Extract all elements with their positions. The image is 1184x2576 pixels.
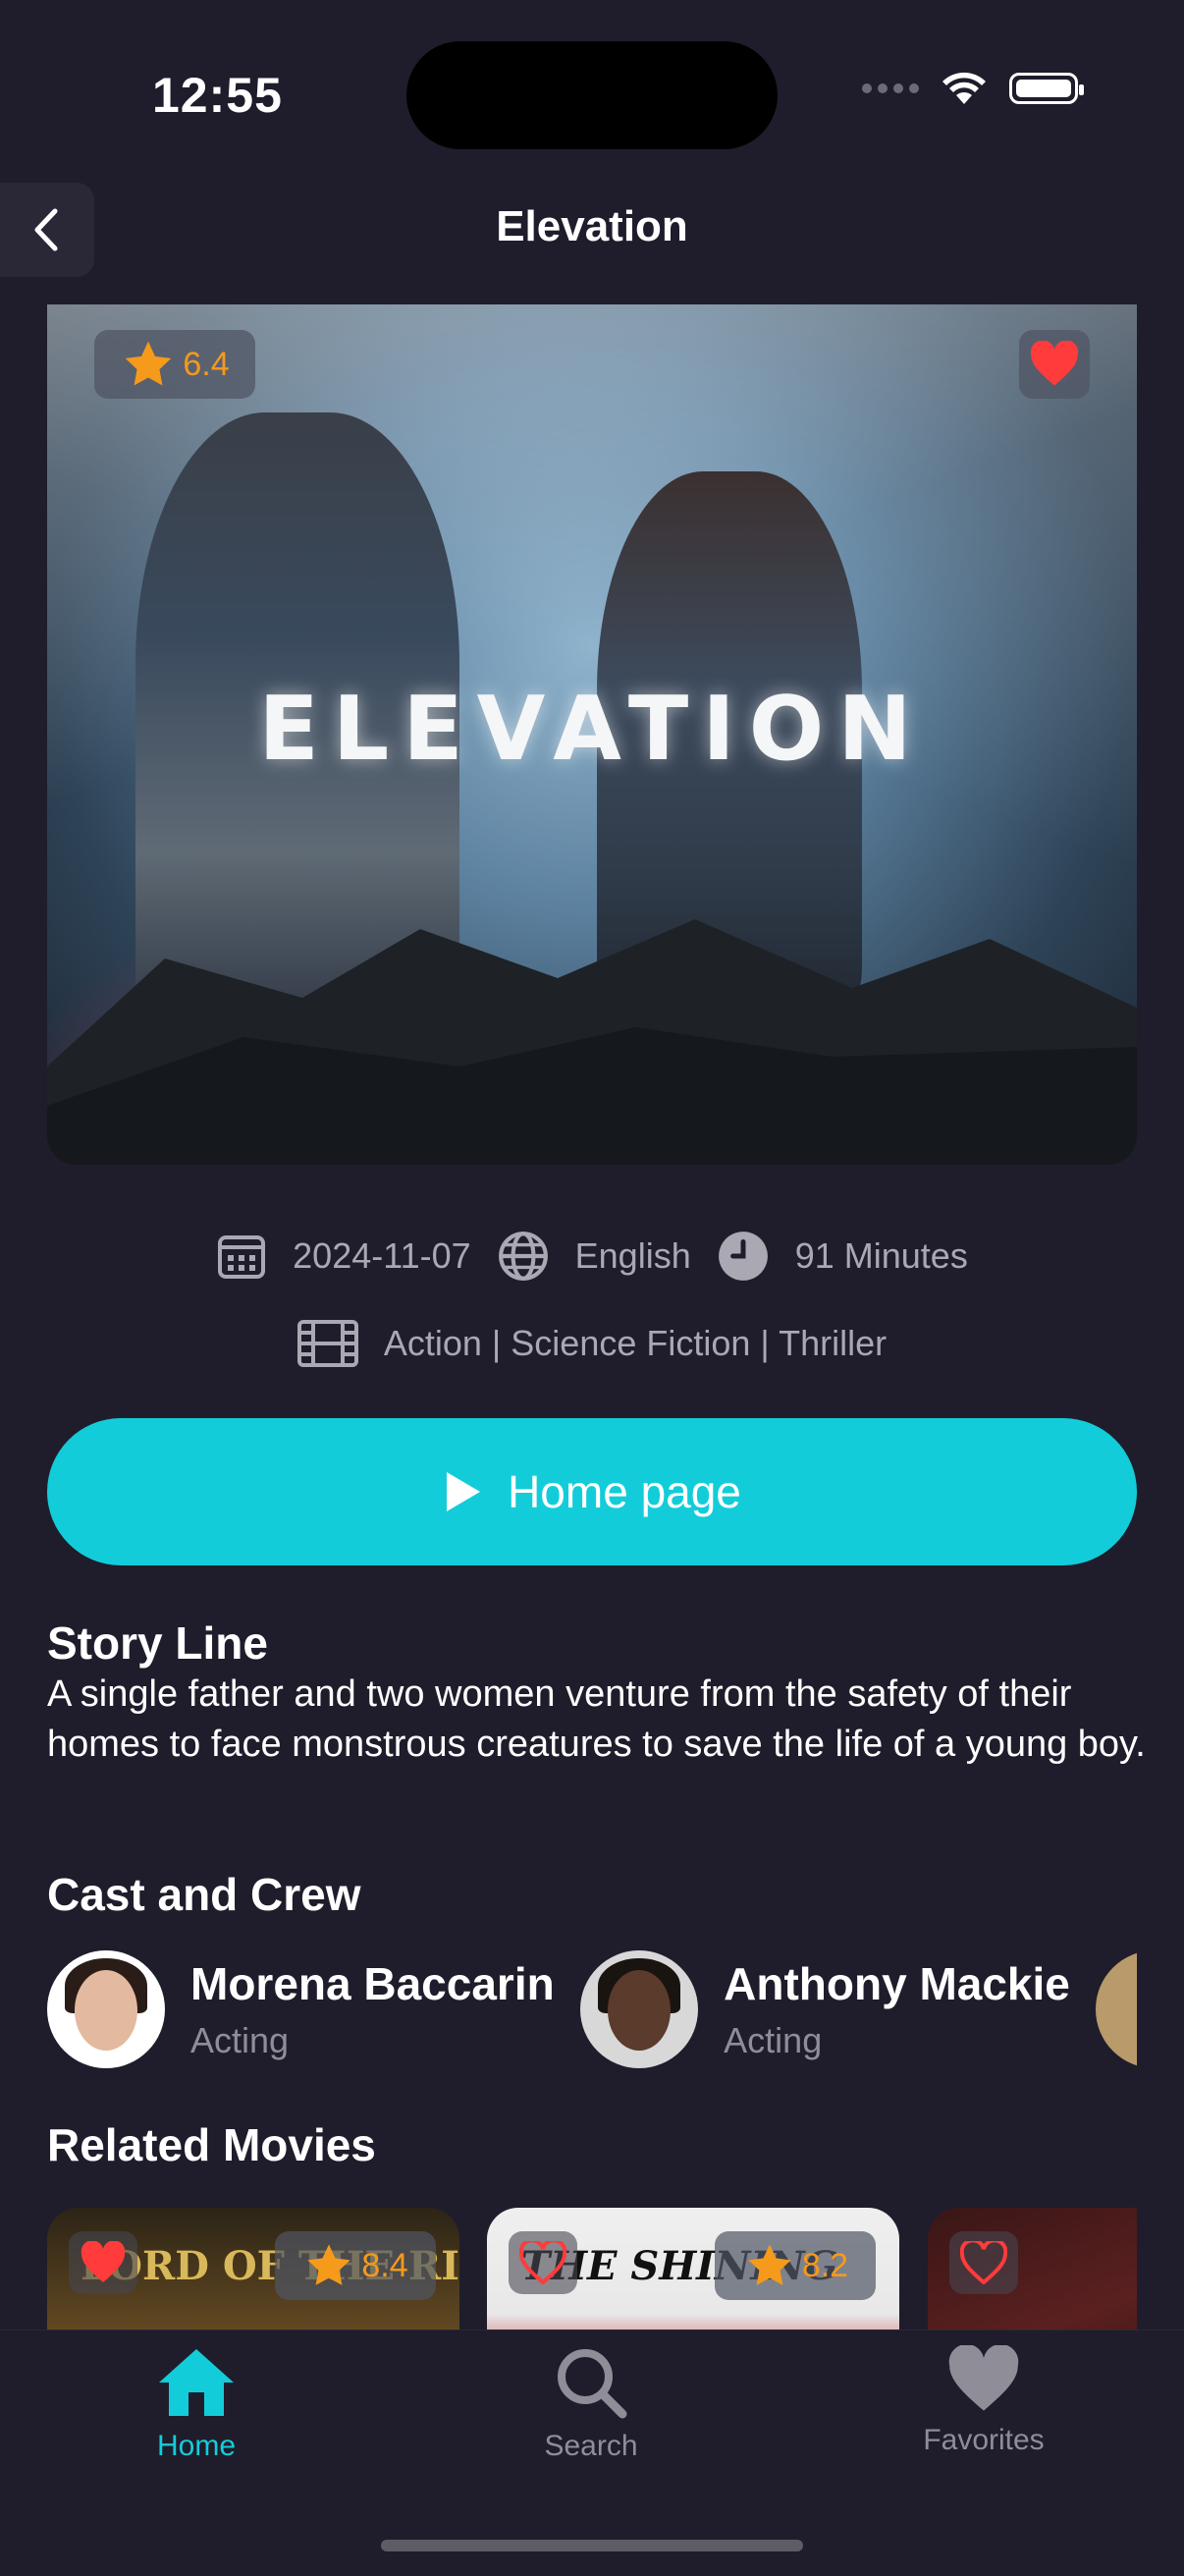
tab-search[interactable]: Search [463,2345,719,2463]
cast-list[interactable]: Morena Baccarin Acting Anthony Mackie Ac… [47,1950,1137,2068]
star-icon [748,2244,791,2285]
heart-outline-icon [959,2241,1007,2284]
rating-value: 8.4 [361,2246,408,2284]
genres: Action | Science Fiction | Thriller [383,1323,888,1363]
cast-role: Acting [724,2020,823,2060]
related-movie-card[interactable]: THE SHINING 8.2 [487,2208,900,2329]
home-page-button[interactable]: Home page [47,1418,1137,1565]
duration: 91 Minutes [794,1235,968,1276]
calendar-icon [218,1235,266,1279]
cast-role: Acting [190,2020,290,2060]
heart-icon [948,2345,1019,2411]
release-date: 2024-11-07 [293,1235,471,1276]
star-icon [307,2244,351,2285]
home-indicator [381,2540,803,2551]
movie-poster: ELEVATION 6.4 [47,304,1137,1165]
cast-item[interactable]: Morena Baccarin Acting [47,1950,555,2068]
favorite-button[interactable] [948,2231,1018,2294]
related-movies-list[interactable]: LORD OF THE RINGS 8.4 THE SHINING 8.2 [47,2208,1137,2329]
play-icon [447,1472,481,1511]
wifi-icon [942,72,986,104]
clock-icon [718,1232,768,1281]
cast-item[interactable]: Anthony Mackie Acting [580,1950,1070,2068]
related-movies-heading: Related Movies [47,2119,376,2170]
battery-icon [1009,73,1084,104]
home-page-label: Home page [508,1466,741,1517]
star-icon [126,341,172,386]
favorite-button[interactable] [1019,330,1090,399]
home-icon [159,2349,234,2416]
tab-favorites[interactable]: Favorites [856,2345,1111,2457]
avatar [47,1950,165,2068]
cast-heading: Cast and Crew [47,1869,361,1920]
poster-title-art: ELEVATION [258,678,926,781]
rating-value: 8.2 [801,2246,849,2284]
status-icons [862,71,1084,106]
poster-rocks [47,919,1137,1165]
heart-filled-icon [81,2241,126,2282]
cellular-signal-icon [862,83,919,93]
language: English [574,1235,691,1276]
tab-home[interactable]: Home [69,2345,324,2463]
rating-badge: 8.2 [715,2231,877,2300]
tab-favorites-label: Favorites [923,2424,1045,2456]
cast-item[interactable] [1096,1950,1137,2068]
rating-badge: 8.4 [275,2231,436,2300]
film-icon [296,1320,358,1367]
avatar [1096,1950,1137,2068]
tab-home-label: Home [156,2430,237,2462]
story-line-text: A single father and two women venture fr… [47,1673,1146,1765]
dynamic-island [406,41,778,149]
story-line-heading: Story Line [47,1617,268,1669]
related-movie-card[interactable]: LORD OF THE RINGS 8.4 [47,2208,459,2329]
heart-outline-icon [519,2241,567,2284]
status-time: 12:55 [152,68,283,123]
tab-search-label: Search [544,2430,638,2462]
avatar [580,1950,699,2068]
related-movie-card[interactable] [927,2208,1137,2329]
genre-row: Action | Science Fiction | Thriller [0,1320,1184,1367]
rating-value: 6.4 [183,345,230,383]
movie-meta-row: 2024-11-07 English 91 Minutes [0,1230,1184,1283]
cast-name: Anthony Mackie [724,1958,1070,2009]
cast-name: Morena Baccarin [190,1958,555,2009]
search-icon [558,2349,627,2419]
favorite-button[interactable] [509,2231,578,2294]
page-title: Elevation [496,202,688,250]
rating-badge: 6.4 [94,330,255,399]
favorite-button[interactable] [69,2231,137,2294]
globe-icon [498,1232,548,1281]
heart-filled-icon [1030,341,1079,386]
